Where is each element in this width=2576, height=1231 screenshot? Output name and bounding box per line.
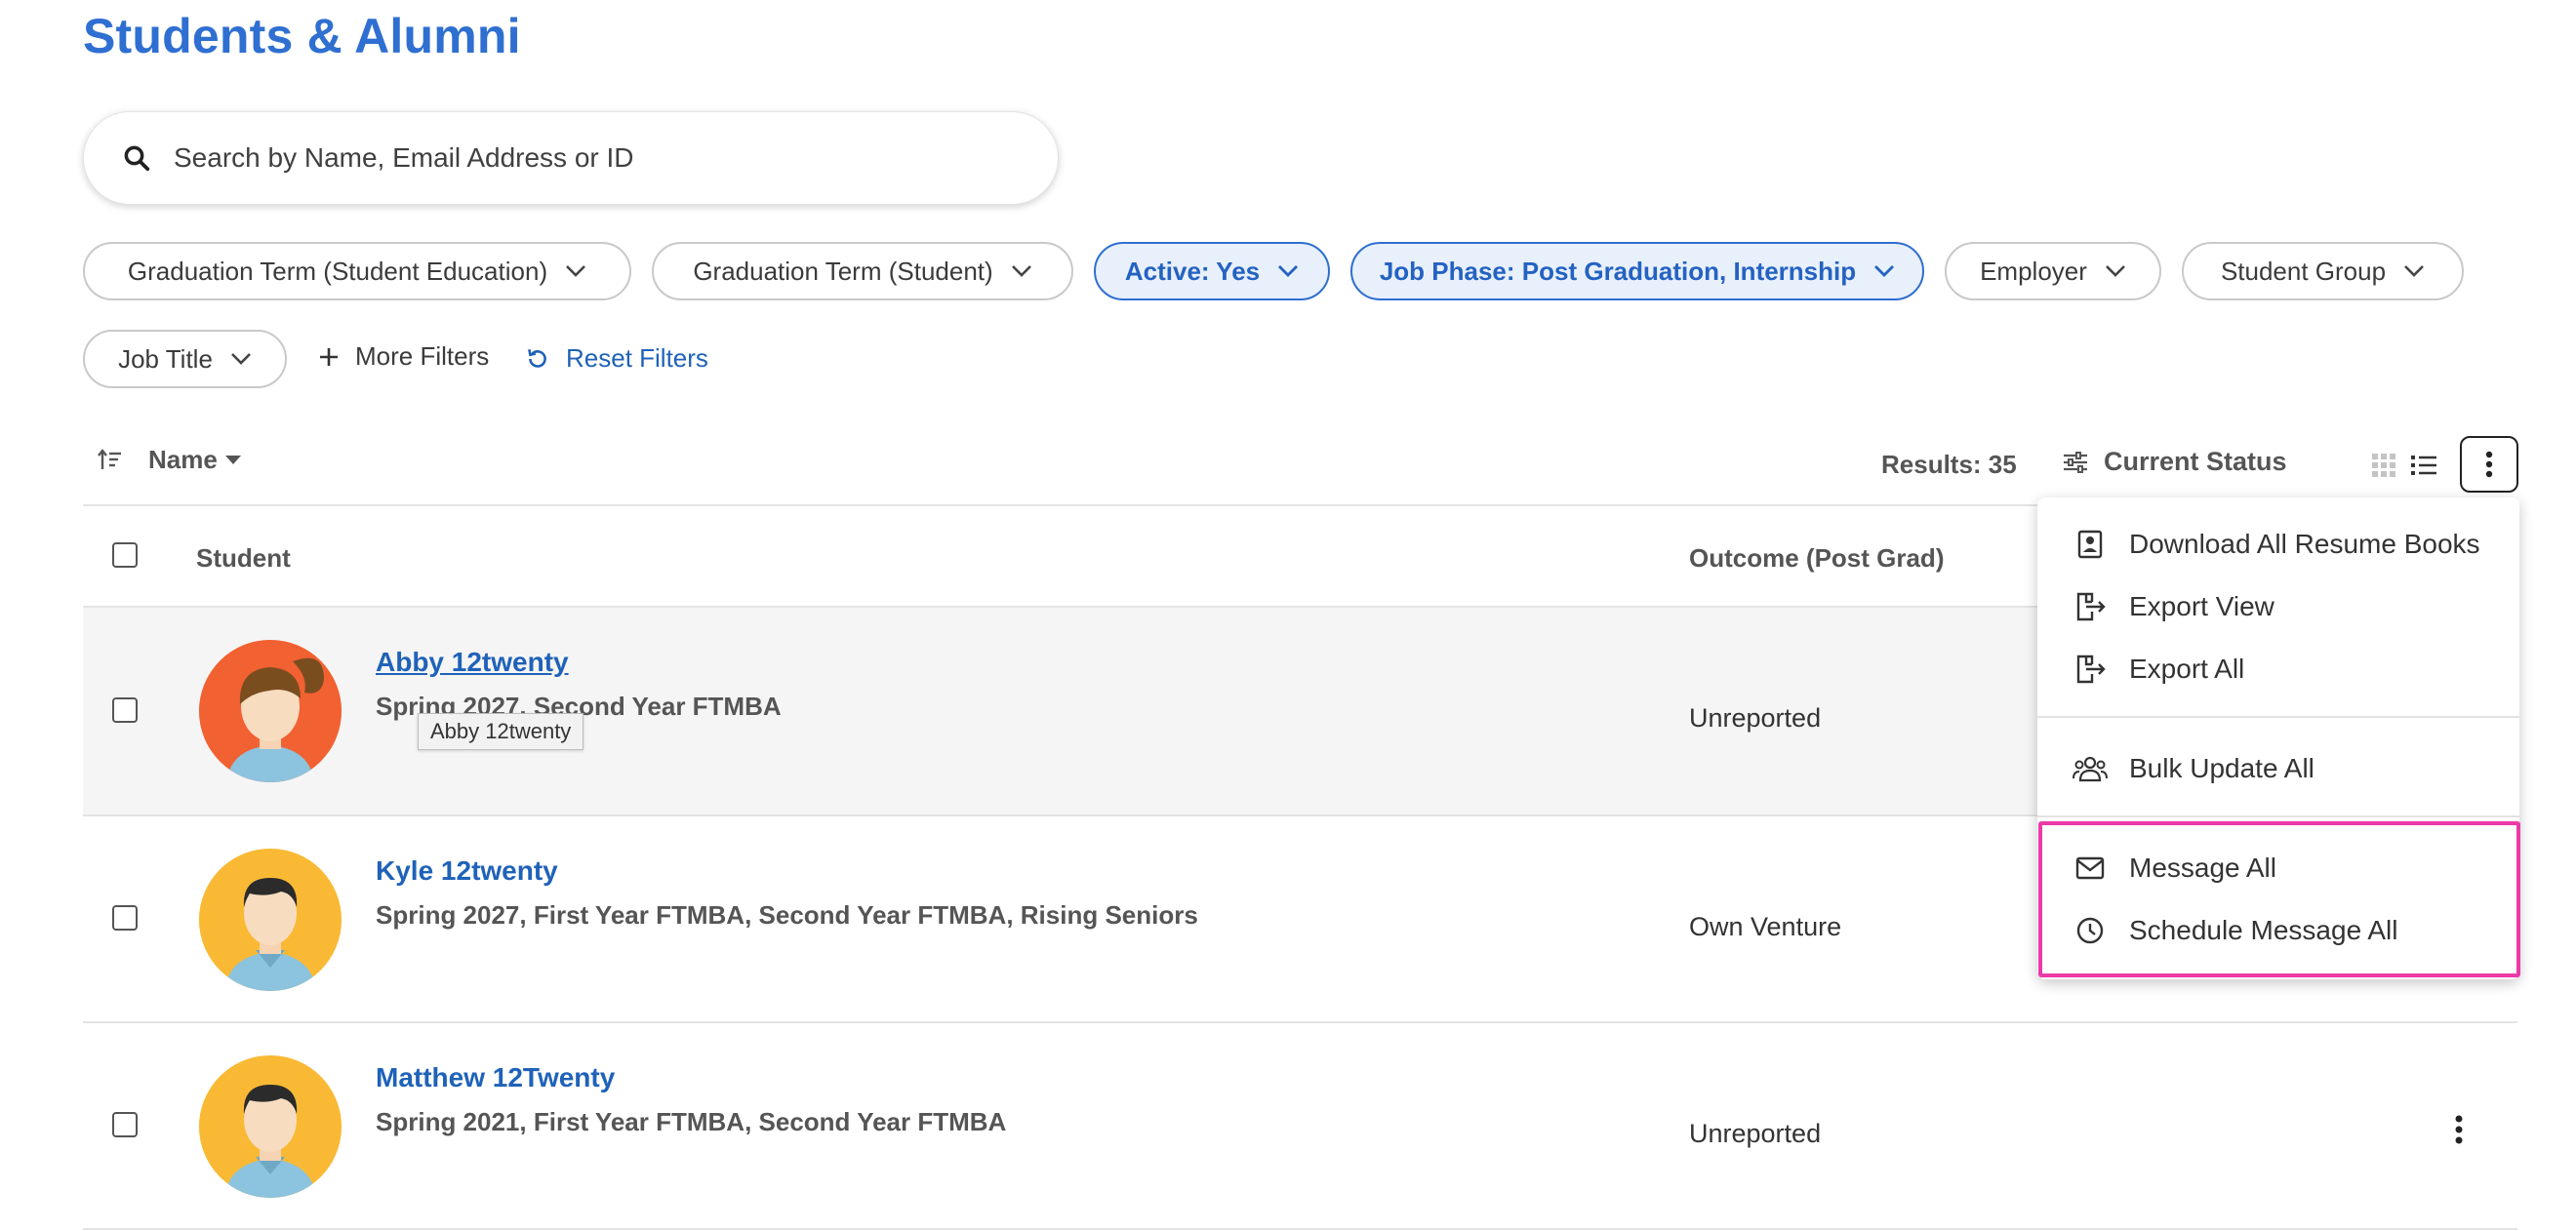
filter-job-phase[interactable]: Job Phase: Post Graduation, Internship — [1350, 242, 1924, 300]
student-detail: Spring 2021, First Year FTMBA, Second Ye… — [376, 1107, 1007, 1136]
search-bar[interactable] — [83, 111, 1059, 205]
users-icon — [2071, 755, 2110, 782]
caret-down-icon — [224, 455, 241, 464]
name-tooltip: Abby 12twenty — [418, 713, 584, 750]
sort-icon — [98, 448, 121, 469]
menu-item-label: Bulk Update All — [2129, 753, 2314, 783]
grid-view-button[interactable] — [2369, 451, 2398, 480]
page-title: Students & Alumni — [83, 9, 521, 63]
menu-item-export-view[interactable]: Export View — [2037, 576, 2519, 638]
row-divider — [83, 1228, 2517, 1230]
menu-divider — [2037, 716, 2519, 718]
menu-item-schedule-message-all[interactable]: Schedule Message All — [2037, 899, 2519, 962]
kebab-icon — [2455, 1115, 2463, 1144]
column-header-student: Student — [196, 543, 291, 573]
more-filters-label: More Filters — [355, 341, 490, 371]
more-actions-menu: Download All Resume Books Export View Ex… — [2037, 497, 2519, 979]
menu-item-label: Message All — [2129, 853, 2276, 883]
chevron-down-icon — [2105, 265, 2125, 277]
menu-item-label: Export All — [2129, 654, 2245, 684]
menu-item-bulk-update-all[interactable]: Bulk Update All — [2037, 737, 2519, 800]
column-header-outcome: Outcome (Post Grad) — [1689, 543, 1945, 573]
plus-icon — [320, 347, 338, 366]
chevron-down-icon — [1278, 265, 1299, 277]
filter-label: Job Phase: Post Graduation, Internship — [1379, 256, 1857, 286]
kebab-icon — [2485, 451, 2493, 478]
student-name-link[interactable]: Kyle 12twenty — [376, 855, 558, 887]
row-checkbox[interactable] — [112, 697, 138, 723]
avatar — [199, 640, 342, 782]
chevron-down-icon — [1011, 265, 1031, 277]
search-input[interactable] — [174, 142, 974, 174]
menu-item-label: Schedule Message All — [2129, 915, 2398, 945]
envelope-icon — [2071, 856, 2110, 880]
student-outcome: Own Venture — [1689, 912, 1842, 941]
list-view-button[interactable] — [2407, 451, 2440, 480]
export-icon — [2071, 655, 2110, 684]
table-row[interactable]: Matthew 12Twenty Spring 2021, First Year… — [83, 1023, 2517, 1230]
reset-filters-label: Reset Filters — [566, 343, 708, 373]
menu-item-download-all-resume-books[interactable]: Download All Resume Books — [2037, 513, 2519, 576]
filter-employer[interactable]: Employer — [1945, 242, 2161, 300]
select-all-checkbox[interactable] — [112, 542, 138, 568]
sort-field-label: Name — [148, 445, 218, 474]
sort-field-dropdown[interactable]: Name — [148, 445, 241, 475]
filter-label: Employer — [1980, 256, 2087, 286]
menu-item-export-all[interactable]: Export All — [2037, 638, 2519, 700]
clock-icon — [2071, 916, 2110, 945]
reset-icon — [528, 348, 546, 368]
reset-filters-button[interactable]: Reset Filters — [525, 343, 708, 374]
filter-label: Graduation Term (Student Education) — [127, 256, 548, 286]
filter-graduation-term-student-education[interactable]: Graduation Term (Student Education) — [83, 242, 631, 300]
filter-active[interactable]: Active: Yes — [1094, 242, 1330, 300]
row-actions-button[interactable] — [2451, 1112, 2467, 1147]
sort-control[interactable]: Name — [98, 445, 241, 475]
resume-book-icon — [2071, 530, 2110, 559]
student-name-link[interactable]: Abby 12twenty — [376, 647, 569, 678]
search-icon — [119, 140, 154, 176]
student-detail: Spring 2027, First Year FTMBA, Second Ye… — [376, 900, 1198, 930]
menu-divider — [2037, 815, 2519, 817]
menu-item-message-all[interactable]: Message All — [2037, 837, 2519, 899]
export-icon — [2071, 592, 2110, 621]
male-avatar-icon — [199, 849, 342, 991]
more-actions-button[interactable] — [2460, 436, 2518, 493]
filter-student-group[interactable]: Student Group — [2182, 242, 2464, 300]
filter-label: Job Title — [118, 343, 213, 374]
list-icon — [2411, 456, 2436, 475]
female-avatar-icon — [199, 640, 342, 782]
chevron-down-icon — [566, 265, 586, 277]
chevron-down-icon — [230, 353, 251, 365]
filter-label: Student Group — [2220, 256, 2387, 286]
filter-graduation-term-student[interactable]: Graduation Term (Student) — [652, 242, 1073, 300]
grid-icon — [2372, 454, 2395, 477]
row-checkbox[interactable] — [112, 1112, 138, 1137]
current-status-button[interactable]: Current Status — [2063, 447, 2287, 477]
student-outcome: Unreported — [1689, 703, 1822, 733]
row-checkbox[interactable] — [112, 905, 138, 931]
chevron-down-icon — [2404, 265, 2424, 277]
male-avatar-icon — [199, 1055, 342, 1198]
results-count: Results: 35 — [1881, 450, 2017, 479]
filter-label: Active: Yes — [1124, 256, 1261, 286]
avatar — [199, 1055, 342, 1198]
menu-item-label: Export View — [2129, 591, 2274, 621]
current-status-label: Current Status — [2104, 447, 2287, 476]
more-filters-button[interactable]: More Filters — [318, 341, 489, 372]
student-name-link[interactable]: Matthew 12Twenty — [376, 1062, 615, 1093]
filter-job-title[interactable]: Job Title — [83, 330, 287, 388]
sliders-icon — [2064, 451, 2087, 473]
avatar — [199, 849, 342, 991]
menu-item-label: Download All Resume Books — [2129, 529, 2480, 559]
filter-label: Graduation Term (Student) — [693, 256, 993, 286]
chevron-down-icon — [1874, 265, 1895, 277]
student-outcome: Unreported — [1689, 1119, 1822, 1148]
